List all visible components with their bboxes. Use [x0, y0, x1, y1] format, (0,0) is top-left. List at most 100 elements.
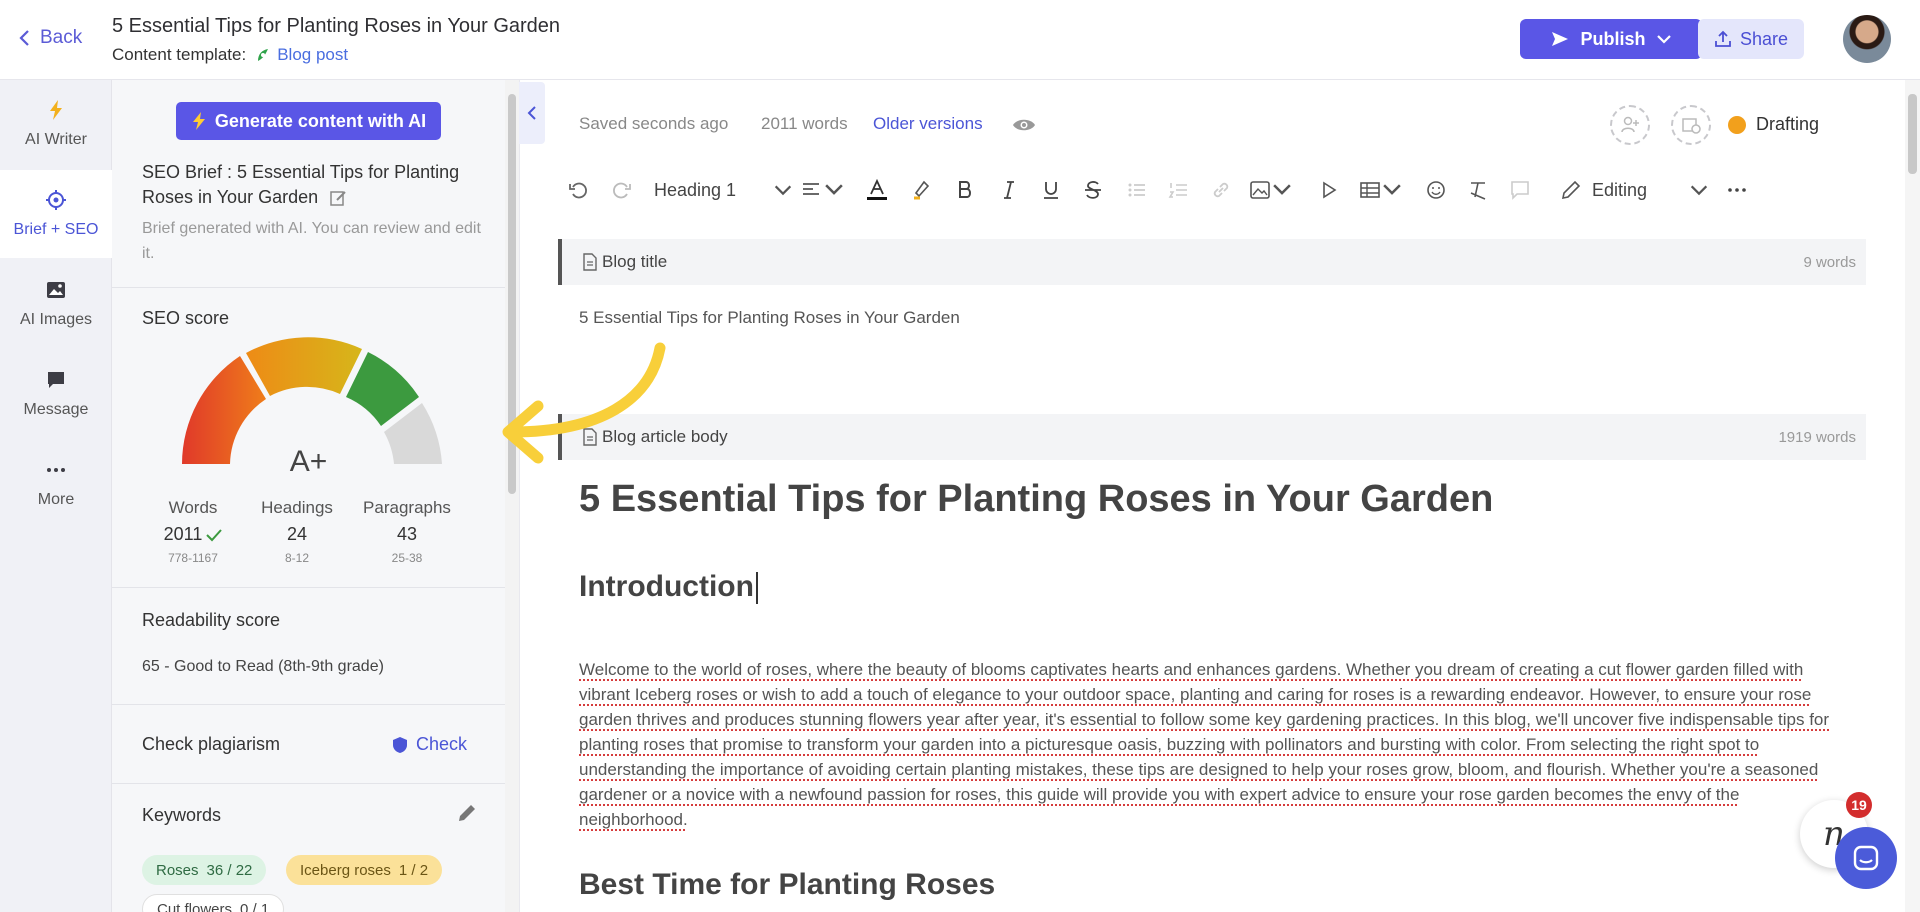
- share-button[interactable]: Share: [1698, 19, 1804, 59]
- keyword-chip[interactable]: Cut flowers 0 / 1: [142, 894, 285, 912]
- rail-item-label: AI Writer: [25, 131, 87, 148]
- collapse-panel-button[interactable]: [519, 82, 545, 144]
- content-template: Content template: Blog post: [112, 45, 348, 65]
- template-link[interactable]: Blog post: [254, 45, 348, 65]
- keyword-name: Roses: [156, 861, 199, 879]
- keyword-chip[interactable]: Iceberg roses 1 / 2: [286, 855, 443, 885]
- add-collaborator-button[interactable]: [1610, 105, 1650, 145]
- more-options-button[interactable]: [1720, 172, 1754, 208]
- table-button[interactable]: [1356, 172, 1406, 208]
- more-icon: [47, 468, 65, 472]
- table-icon: [1360, 182, 1380, 198]
- edit-icon[interactable]: [329, 189, 347, 207]
- rail-item-label: Message: [23, 401, 89, 418]
- block-label: Blog title: [602, 252, 668, 271]
- align-left-icon: [803, 183, 819, 195]
- italic-icon: [1004, 181, 1014, 199]
- heading-select-value: Heading 1: [654, 179, 737, 200]
- scrollbar-thumb[interactable]: [1908, 94, 1917, 174]
- strikethrough-button[interactable]: [1076, 172, 1110, 208]
- chevron-down-icon: [1383, 184, 1401, 195]
- section-heading-intro[interactable]: Introduction: [579, 570, 758, 605]
- comment-button[interactable]: [1503, 172, 1537, 208]
- link-button[interactable]: [1204, 172, 1238, 208]
- user-avatar[interactable]: [1843, 15, 1891, 63]
- status-indicator[interactable]: Drafting: [1728, 114, 1819, 135]
- blog-title-block-header: Blog title 9 words: [558, 239, 1866, 285]
- lightning-icon: [50, 100, 62, 120]
- chat-icon: [1853, 845, 1879, 871]
- seo-score-label: SEO score: [142, 308, 230, 328]
- chevron-down-icon: [1273, 184, 1291, 195]
- blog-title-input[interactable]: 5 Essential Tips for Planting Roses in Y…: [579, 308, 960, 328]
- older-versions-link[interactable]: Older versions: [873, 114, 983, 134]
- stat-range: 8-12: [284, 551, 310, 565]
- text-cursor: [755, 572, 758, 605]
- bold-button[interactable]: [948, 172, 982, 208]
- numbered-list-button[interactable]: [1162, 172, 1196, 208]
- eye-icon[interactable]: [1012, 116, 1036, 134]
- rail-item-ai-images[interactable]: AI Images: [0, 260, 112, 348]
- notification-badge: 19: [1846, 792, 1872, 818]
- rail-item-more[interactable]: More: [0, 440, 112, 528]
- shield-icon: [393, 736, 407, 753]
- back-label: Back: [40, 27, 83, 48]
- editor-scrollbar[interactable]: [1905, 80, 1920, 912]
- stat-value: 43: [396, 524, 418, 544]
- keyword-name: Iceberg roses: [300, 861, 391, 879]
- undo-icon: [569, 182, 587, 199]
- publish-button[interactable]: Publish: [1520, 19, 1702, 59]
- rail-item-label: More: [37, 491, 75, 508]
- stat-range: 778-1167: [168, 551, 218, 565]
- pencil-icon: [1561, 180, 1581, 200]
- keywords-label: Keywords: [142, 805, 222, 825]
- chat-icon: [48, 372, 64, 388]
- link-icon: [1213, 182, 1229, 198]
- keyword-name: Cut flowers: [157, 900, 233, 912]
- check-plagiarism-button[interactable]: Check: [392, 734, 467, 755]
- rail-item-message[interactable]: Message: [0, 350, 112, 438]
- intro-paragraph[interactable]: Welcome to the world of roses, where the…: [579, 657, 1841, 832]
- undo-button[interactable]: [562, 172, 596, 208]
- text-color-icon: [867, 179, 887, 200]
- mode-select[interactable]: Editing: [1560, 172, 1710, 208]
- rail-item-ai-writer[interactable]: AI Writer: [0, 80, 112, 168]
- underline-button[interactable]: [1034, 172, 1068, 208]
- divider: [112, 287, 505, 288]
- text-color-button[interactable]: [860, 172, 894, 208]
- generate-content-button[interactable]: Generate content with AI: [176, 102, 441, 140]
- keyword-count: 0 / 1: [240, 900, 270, 912]
- stat-words: Words 2011 778-1167: [138, 498, 248, 565]
- keyword-count: 36 / 22: [206, 861, 253, 879]
- panel-scrollbar[interactable]: [505, 80, 519, 912]
- stat-paragraphs: Paragraphs 43 25-38: [352, 498, 462, 565]
- play-icon: [1323, 181, 1337, 199]
- block-word-count: 1919 words: [1778, 428, 1856, 446]
- stat-value: 24: [286, 524, 308, 544]
- highlight-button[interactable]: [904, 172, 938, 208]
- section-heading-best-time[interactable]: Best Time for Planting Roses: [579, 868, 995, 902]
- redo-button[interactable]: [604, 172, 638, 208]
- clear-format-button[interactable]: [1461, 172, 1495, 208]
- italic-button[interactable]: [992, 172, 1026, 208]
- highlighter-icon: [914, 180, 930, 200]
- align-button[interactable]: [800, 172, 846, 208]
- seo-brief-title: SEO Brief : 5 Essential Tips for Plantin…: [142, 160, 482, 210]
- schedule-button[interactable]: [1671, 105, 1711, 145]
- emoji-button[interactable]: [1419, 172, 1453, 208]
- bullet-list-button[interactable]: [1120, 172, 1154, 208]
- word-count: 2011 words: [761, 114, 848, 133]
- pencil-icon[interactable]: [456, 802, 478, 824]
- image-icon: [47, 282, 65, 298]
- rail-item-brief-seo[interactable]: Brief + SEO: [0, 170, 112, 258]
- readability-label: Readability score: [142, 610, 281, 630]
- keyword-chip[interactable]: Roses 36 / 22: [142, 855, 267, 885]
- back-button[interactable]: Back: [18, 27, 82, 49]
- chat-launcher-button[interactable]: [1835, 827, 1897, 889]
- template-value: Blog post: [277, 45, 349, 64]
- heading-select[interactable]: Heading 1: [654, 172, 794, 208]
- calendar-icon: [1682, 118, 1701, 134]
- media-button[interactable]: [1312, 172, 1346, 208]
- image-button[interactable]: [1246, 172, 1296, 208]
- article-heading[interactable]: 5 Essential Tips for Planting Roses in Y…: [579, 478, 1493, 521]
